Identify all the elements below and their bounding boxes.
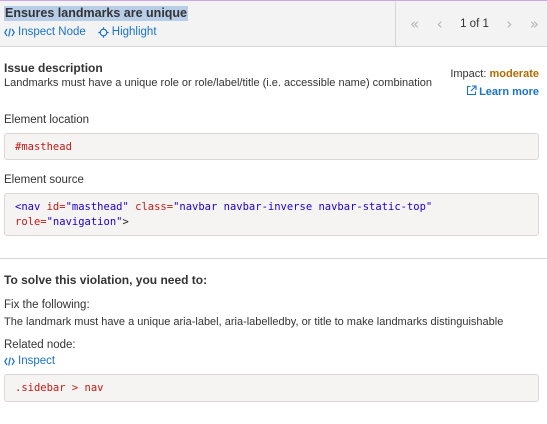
header-actions: Inspect Node Highlight	[4, 26, 157, 38]
issue-description-title: Issue description	[4, 61, 103, 75]
related-node-selector: .sidebar > nav	[15, 382, 104, 394]
impact-badge: Impact: moderate	[450, 68, 539, 80]
element-location-label: Element location	[4, 114, 90, 126]
next-page-icon[interactable]: ›	[506, 16, 512, 32]
source-attr-class: class=	[135, 201, 174, 213]
element-source-box[interactable]: <nav id="masthead" class="navbar navbar-…	[4, 193, 539, 236]
element-source-label: Element source	[4, 174, 84, 186]
inspect-related-label: Inspect	[18, 355, 56, 367]
previous-page-icon[interactable]: ‹	[437, 16, 443, 32]
source-line-2: role="navigation">	[15, 215, 528, 230]
learn-more-label: Learn more	[479, 86, 539, 98]
violation-header: Ensures landmarks are unique Inspect Nod…	[0, 0, 547, 47]
highlight-label: Highlight	[111, 26, 157, 38]
source-attr-role: role=	[15, 216, 47, 228]
impact-value: moderate	[489, 68, 539, 80]
fix-text: The landmark must have a unique aria-lab…	[4, 316, 504, 328]
source-tag-open: <nav	[15, 201, 47, 213]
highlight-icon	[98, 26, 109, 38]
external-link-icon	[466, 85, 477, 99]
inspect-node-label: Inspect Node	[18, 26, 86, 38]
first-page-icon[interactable]: «	[410, 16, 419, 32]
page-count: 1 of 1	[460, 18, 489, 30]
source-attr-id: id=	[46, 201, 66, 213]
element-location-selector: #masthead	[15, 141, 72, 153]
rule-title: Ensures landmarks are unique	[4, 6, 189, 21]
fix-label: Fix the following:	[4, 299, 90, 311]
code-icon	[4, 356, 15, 366]
element-location-box[interactable]: #masthead	[4, 133, 539, 160]
pagination: « ‹ 1 of 1 › »	[395, 1, 547, 47]
issue-description-text: Landmarks must have a unique role or rol…	[4, 77, 432, 89]
inspect-node-button[interactable]: Inspect Node	[4, 26, 86, 38]
code-icon	[4, 27, 15, 37]
source-line-1: <nav id="masthead" class="navbar navbar-…	[15, 200, 528, 215]
section-divider	[0, 258, 547, 259]
source-tag-close: >	[122, 216, 129, 228]
source-val-role: "navigation"	[46, 216, 123, 228]
impact-label: Impact:	[450, 68, 487, 80]
last-page-icon[interactable]: »	[530, 16, 539, 32]
learn-more-link[interactable]: Learn more	[466, 85, 539, 99]
inspect-related-button[interactable]: Inspect	[4, 355, 55, 367]
solve-title: To solve this violation, you need to:	[4, 273, 208, 287]
source-val-class: "navbar navbar-inverse navbar-static-top…	[173, 201, 433, 213]
source-val-id: "masthead"	[65, 201, 129, 213]
related-node-label: Related node:	[4, 339, 76, 351]
highlight-button[interactable]: Highlight	[98, 26, 157, 38]
related-node-box[interactable]: .sidebar > nav	[4, 374, 539, 402]
